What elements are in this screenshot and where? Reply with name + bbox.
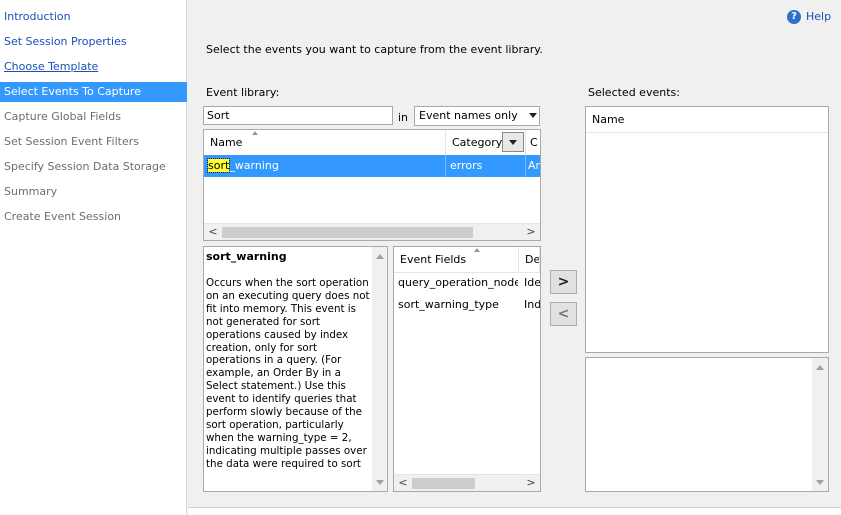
column-header-event-fields[interactable]: Event Fields	[394, 247, 519, 273]
event-category-cell: errors	[446, 155, 526, 177]
sort-ascending-icon	[474, 248, 480, 252]
event-list-hscrollbar[interactable]: < >	[204, 223, 540, 240]
event-list: Name Category C sort_warning errors An <…	[203, 129, 541, 241]
event-name-cell: _warning	[229, 159, 279, 172]
search-in-label: in	[398, 111, 409, 124]
help-link[interactable]: Help	[806, 9, 831, 25]
column-header-channel[interactable]: C	[526, 130, 540, 156]
scroll-right-icon[interactable]: >	[525, 226, 537, 238]
sidebar-item-select-events[interactable]: Select Events To Capture	[0, 82, 187, 102]
instruction-text: Select the events you want to capture fr…	[206, 43, 543, 56]
sidebar-item-capture-global-fields[interactable]: Capture Global Fields	[0, 107, 187, 127]
search-match-highlight: sort	[206, 158, 231, 173]
selected-events-label: Selected events:	[588, 86, 680, 99]
event-fields-panel: Event Fields De query_operation_node_id …	[393, 246, 541, 492]
sidebar-item-set-session-event-filters[interactable]: Set Session Event Filters	[0, 132, 187, 152]
column-header-name[interactable]: Name	[204, 130, 446, 156]
event-description-title: sort_warning	[206, 250, 287, 263]
sidebar-item-introduction[interactable]: Introduction	[0, 7, 187, 27]
scroll-left-icon[interactable]: <	[207, 226, 219, 238]
sidebar-item-create-event-session[interactable]: Create Event Session	[0, 207, 187, 227]
sidebar-item-choose-template[interactable]: Choose Template	[0, 57, 187, 77]
description-vscrollbar[interactable]	[372, 247, 387, 491]
event-field-name[interactable]: query_operation_node_id	[398, 272, 518, 294]
add-event-button[interactable]: >	[550, 270, 577, 294]
column-header-selected-name[interactable]: Name	[586, 107, 828, 133]
category-filter-button[interactable]	[502, 132, 524, 152]
chevron-right-icon: >	[557, 274, 570, 290]
scroll-right-icon[interactable]: >	[525, 477, 537, 489]
search-scope-dropdown[interactable]: Event names only	[414, 106, 540, 126]
event-field-description: Ind	[524, 298, 540, 311]
sidebar: Introduction Set Session Properties Choo…	[0, 0, 187, 515]
selected-event-details-panel	[585, 357, 829, 492]
sidebar-item-set-session-properties[interactable]: Set Session Properties	[0, 32, 187, 52]
sort-ascending-icon	[252, 131, 258, 135]
scroll-left-icon[interactable]: <	[397, 477, 409, 489]
chevron-left-icon: <	[557, 306, 570, 322]
column-header-description[interactable]: De	[519, 247, 540, 273]
sidebar-item-specify-data-storage[interactable]: Specify Session Data Storage	[0, 157, 187, 177]
scroll-down-icon[interactable]	[376, 480, 384, 485]
event-channel-cell: An	[528, 159, 540, 172]
table-row[interactable]: sort_warning errors An	[204, 155, 540, 177]
event-field-description: Ide	[524, 276, 540, 289]
scrollbar-thumb[interactable]	[222, 227, 473, 238]
remove-event-button[interactable]: <	[550, 302, 577, 326]
help-icon[interactable]: ?	[787, 10, 801, 24]
scroll-up-icon[interactable]	[376, 254, 384, 259]
search-scope-value: Event names only	[419, 109, 518, 122]
event-description-text: Occurs when the sort operation on an exe…	[206, 277, 370, 470]
chevron-down-icon	[529, 113, 537, 118]
bottom-strip	[188, 507, 841, 515]
scroll-down-icon[interactable]	[816, 480, 824, 485]
sidebar-item-summary[interactable]: Summary	[0, 182, 187, 202]
event-field-name[interactable]: sort_warning_type	[398, 294, 518, 316]
selected-events-list: Name	[585, 106, 829, 353]
scroll-up-icon[interactable]	[816, 365, 824, 370]
scrollbar-thumb[interactable]	[412, 478, 475, 489]
event-search-input[interactable]: Sort	[203, 106, 393, 125]
event-library-label: Event library:	[206, 86, 280, 99]
details-vscrollbar[interactable]	[812, 358, 828, 491]
event-fields-hscrollbar[interactable]: < >	[394, 474, 540, 491]
column-header-category[interactable]: Category	[446, 130, 526, 156]
event-description-panel: sort_warning Occurs when the sort operat…	[203, 246, 388, 492]
